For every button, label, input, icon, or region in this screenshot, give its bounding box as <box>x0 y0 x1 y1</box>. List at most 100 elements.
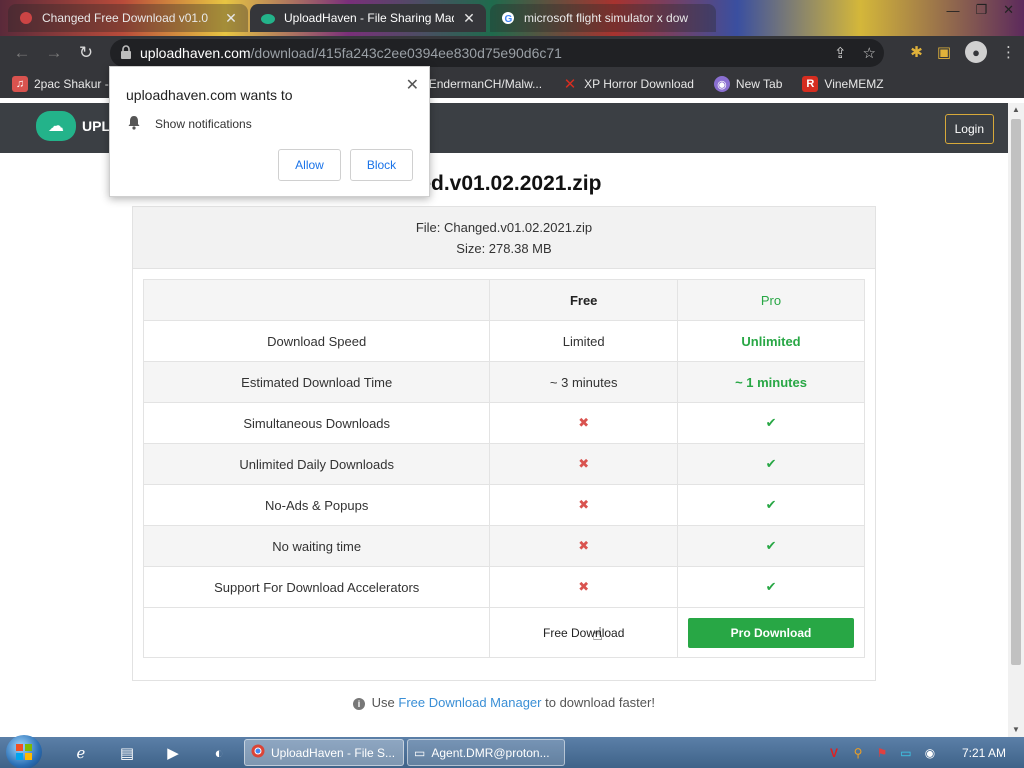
close-prompt-icon[interactable]: ✕ <box>406 75 419 95</box>
tab-title: UploadHaven - File Sharing Mad <box>284 11 454 25</box>
firefox-icon[interactable]: ◐ <box>204 740 234 766</box>
block-button[interactable]: Block <box>350 149 413 181</box>
file-info: File: Changed.v01.02.2021.zip Size: 278.… <box>133 207 875 269</box>
flag-icon[interactable]: ⚑ <box>874 745 890 761</box>
network-icon[interactable]: ▭ <box>898 745 914 761</box>
tab-changed-download[interactable]: Changed Free Download v01.0 ✕ <box>8 4 248 32</box>
google-favicon-icon: G <box>500 10 516 26</box>
bookmark-star-icon[interactable]: ☆ <box>863 44 876 62</box>
page-scrollbar[interactable]: ▲ ▼ <box>1008 103 1024 737</box>
tab-google-search[interactable]: G microsoft flight simulator x dow <box>490 4 716 32</box>
free-download-link[interactable]: Free Download <box>543 626 624 640</box>
antivirus-v-icon[interactable]: V <box>826 745 842 761</box>
scroll-up-icon[interactable]: ▲ <box>1008 103 1024 117</box>
share-icon[interactable]: ⇪ <box>834 44 847 62</box>
browser-toolbar: ← → ↻ uploadhaven.com/download/415fa243c… <box>0 36 1024 70</box>
prompt-request: Show notifications <box>127 115 252 133</box>
hand-cursor-icon: ☝ <box>592 624 603 644</box>
request-label: Show notifications <box>155 117 252 131</box>
free-value: ~ 3 minutes <box>489 361 679 403</box>
side-panel-icon[interactable]: ▣ <box>937 43 951 61</box>
page-viewport: ☁ UPL Login ged.v01.02.2021.zip File: Ch… <box>0 103 1008 737</box>
header-feature <box>142 279 491 321</box>
table-row: Estimated Download Time ~ 3 minutes ~ 1 … <box>142 361 865 403</box>
free-download-manager-link[interactable]: Free Download Manager <box>398 695 541 710</box>
cross-icon: ✖ <box>578 538 590 553</box>
taskbar-notepad-window[interactable]: ▭ Agent.DMR@proton... <box>407 739 565 766</box>
uploadhaven-favicon-icon <box>260 10 276 26</box>
allow-button[interactable]: Allow <box>278 149 341 181</box>
menu-dots-icon[interactable]: ⋮ <box>1001 43 1016 61</box>
file-size: Size: 278.38 MB <box>456 241 552 256</box>
feature-label: No waiting time <box>142 525 491 567</box>
globe-icon: ◉ <box>713 76 730 92</box>
extensions-puzzle-icon[interactable]: ✱ <box>910 43 923 61</box>
check-icon: ✔ <box>765 415 777 430</box>
cross-icon: ✖ <box>578 497 590 512</box>
info-icon: i <box>353 698 366 710</box>
window-controls: — ❐ ✕ <box>946 0 1014 20</box>
x-icon: ✕ <box>563 76 577 93</box>
bookmark-endermanch[interactable]: EndermanCH/Malw... <box>429 77 542 91</box>
bookmark-vinememz[interactable]: R VineMEMZ <box>802 76 884 92</box>
bookmark-new-tab[interactable]: ◉ New Tab <box>713 76 783 92</box>
logo-text: UPL <box>82 118 110 134</box>
site-logo[interactable]: ☁ UPL <box>36 111 110 141</box>
url-host: uploadhaven.com <box>140 45 251 61</box>
download-card: File: Changed.v01.02.2021.zip Size: 278.… <box>132 206 876 681</box>
scroll-thumb[interactable] <box>1011 119 1021 665</box>
bookmark-2pac[interactable]: ♫ 2pac Shakur - <box>12 76 109 92</box>
bookmark-label: XP Horror Download <box>584 77 694 91</box>
check-icon: ✔ <box>765 579 777 594</box>
r-icon: R <box>802 76 819 92</box>
forward-arrow-icon[interactable]: → <box>38 37 70 69</box>
hint-prefix: Use <box>371 695 395 710</box>
plan-comparison-table: Free Pro Download Speed Limited Unlimite… <box>142 279 865 658</box>
bookmark-label: EndermanCH/Malw... <box>428 77 543 91</box>
tab-uploadhaven[interactable]: UploadHaven - File Sharing Mad ✕ <box>250 4 486 32</box>
chrome-icon <box>251 744 265 761</box>
file-name: File: Changed.v01.02.2021.zip <box>415 220 593 235</box>
search-tray-icon[interactable]: ⚲ <box>850 745 866 761</box>
close-window-icon[interactable]: ✕ <box>1003 2 1014 18</box>
login-button[interactable]: Login <box>944 114 994 144</box>
music-icon: ♫ <box>12 76 28 92</box>
table-row: Support For Download Accelerators ✖ ✔ <box>142 566 865 608</box>
taskbar-chrome-window[interactable]: UploadHaven - File S... <box>244 739 404 766</box>
cross-icon: ✖ <box>578 415 590 430</box>
lock-icon <box>120 44 140 62</box>
scroll-down-icon[interactable]: ▼ <box>1008 723 1024 737</box>
pro-download-button[interactable]: Pro Download <box>688 617 855 648</box>
tab-title: microsoft flight simulator x dow <box>524 11 689 25</box>
media-player-icon[interactable]: ▶ <box>158 740 188 766</box>
clock[interactable]: 7:21 AM <box>962 746 1006 760</box>
back-arrow-icon[interactable]: ← <box>6 37 38 69</box>
page-favicon-icon <box>18 10 34 26</box>
check-icon: ✔ <box>765 497 777 512</box>
maximize-icon[interactable]: ❐ <box>975 2 987 18</box>
table-row: No waiting time ✖ ✔ <box>142 525 865 567</box>
download-manager-hint: i Use Free Download Manager to download … <box>0 695 1008 710</box>
check-icon: ✔ <box>765 538 777 553</box>
bookmark-xp-horror[interactable]: ✕ XP Horror Download <box>562 76 694 93</box>
minimize-icon[interactable]: — <box>946 3 959 18</box>
free-value: Limited <box>489 320 679 362</box>
file-explorer-icon[interactable]: ▤ <box>112 740 142 766</box>
close-tab-icon[interactable]: ✕ <box>462 10 476 27</box>
start-button[interactable] <box>6 735 42 768</box>
profile-avatar-icon[interactable]: ● <box>965 41 987 63</box>
cross-icon: ✖ <box>578 456 590 471</box>
tab-title: Changed Free Download v01.0 <box>42 11 209 25</box>
task-label: UploadHaven - File S... <box>271 745 396 760</box>
internet-explorer-icon[interactable]: ℯ <box>66 740 96 766</box>
table-row: No-Ads & Popups ✖ ✔ <box>142 484 865 526</box>
download-buttons-row: Free Download Pro Download <box>142 607 865 658</box>
volume-icon[interactable]: ◉ <box>922 745 938 761</box>
header-free: Free <box>489 279 679 321</box>
reload-icon[interactable]: ↻ <box>70 37 102 69</box>
pro-value: ~ 1 minutes <box>677 361 865 403</box>
feature-label: Support For Download Accelerators <box>142 566 491 608</box>
close-tab-icon[interactable]: ✕ <box>224 10 238 27</box>
bookmark-label: New Tab <box>735 77 783 91</box>
address-bar[interactable]: uploadhaven.com/download/415fa243c2ee039… <box>110 39 884 67</box>
